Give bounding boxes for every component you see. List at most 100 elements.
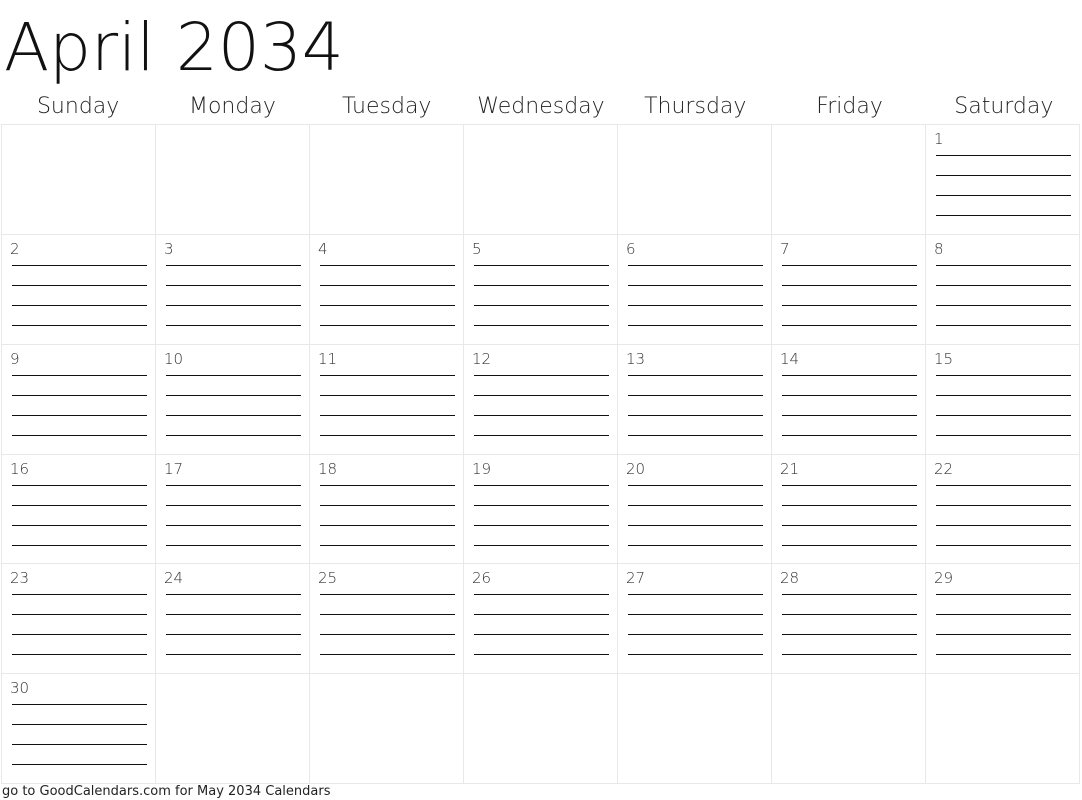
writing-line [936, 614, 1071, 616]
empty-cell [156, 125, 310, 235]
day-number: 29 [934, 569, 954, 588]
writing-line [474, 394, 609, 396]
writing-line [320, 614, 455, 616]
day-cell: 30 [2, 674, 156, 784]
empty-cell [772, 125, 926, 235]
writing-line [474, 304, 609, 306]
writing-line [474, 484, 609, 486]
writing-line [782, 654, 917, 656]
writing-line [474, 504, 609, 506]
day-cell: 6 [618, 234, 772, 345]
day-number: 9 [10, 349, 20, 368]
day-number: 26 [472, 569, 492, 588]
writing-line [628, 284, 763, 286]
day-number: 3 [164, 239, 174, 258]
writing-line [320, 324, 455, 326]
writing-line [474, 414, 609, 416]
writing-line [936, 394, 1071, 396]
writing-line [474, 544, 609, 546]
day-number: 23 [10, 569, 30, 588]
day-cell: 22 [926, 454, 1080, 565]
day-number: 20 [626, 459, 646, 478]
writing-line [628, 324, 763, 326]
empty-cell [464, 674, 618, 784]
writing-line [782, 434, 917, 436]
day-cell: 21 [772, 454, 926, 565]
writing-line [936, 504, 1071, 506]
day-number: 28 [780, 569, 800, 588]
writing-line [320, 264, 455, 266]
writing-line [782, 544, 917, 546]
weekday-thursday: Thursday [644, 94, 747, 119]
writing-line [320, 374, 455, 376]
writing-line [166, 304, 301, 306]
writing-line [782, 284, 917, 286]
empty-cell [618, 674, 772, 784]
writing-line [474, 434, 609, 436]
writing-line [12, 374, 147, 376]
writing-line [12, 264, 147, 266]
writing-line [12, 594, 147, 596]
day-number: 19 [472, 459, 492, 478]
empty-cell [2, 125, 156, 235]
day-number: 7 [780, 239, 790, 258]
writing-line [166, 434, 301, 436]
day-number: 1 [934, 130, 944, 148]
writing-line [936, 175, 1071, 176]
day-number: 14 [780, 349, 800, 368]
writing-line [936, 324, 1071, 326]
writing-line [936, 414, 1071, 416]
writing-line [166, 504, 301, 506]
writing-line [166, 594, 301, 596]
writing-line [628, 654, 763, 656]
day-number: 2 [10, 239, 20, 258]
footer-link[interactable]: go to GoodCalendars.com for May 2034 Cal… [2, 784, 330, 799]
writing-line [628, 544, 763, 546]
writing-line [628, 374, 763, 376]
writing-line [936, 634, 1071, 636]
writing-line [628, 434, 763, 436]
empty-cell [310, 125, 464, 235]
writing-line [12, 614, 147, 616]
day-cell: 28 [772, 564, 926, 675]
writing-line [782, 324, 917, 326]
writing-line [320, 284, 455, 286]
writing-line [320, 434, 455, 436]
writing-line [166, 614, 301, 616]
day-cell: 26 [464, 564, 618, 675]
writing-line [320, 304, 455, 306]
writing-line [782, 614, 917, 616]
day-cell: 20 [618, 454, 772, 565]
writing-line [320, 394, 455, 396]
writing-line [320, 654, 455, 656]
writing-line [628, 524, 763, 526]
writing-line [12, 484, 147, 486]
empty-cell [926, 674, 1080, 784]
writing-line [474, 634, 609, 636]
day-cell: 7 [772, 234, 926, 345]
day-number: 24 [164, 569, 184, 588]
writing-line [628, 484, 763, 486]
day-number: 17 [164, 459, 184, 478]
writing-line [628, 614, 763, 616]
weekday-monday: Monday [188, 94, 276, 119]
day-cell: 10 [156, 344, 310, 455]
calendar-title: April 2034 [4, 9, 344, 86]
writing-line [628, 264, 763, 266]
writing-line [12, 414, 147, 416]
day-cell: 4 [310, 234, 464, 345]
writing-line [474, 264, 609, 266]
day-cell: 19 [464, 454, 618, 565]
empty-cell [618, 125, 772, 235]
day-cell: 9 [2, 344, 156, 455]
writing-line [320, 414, 455, 416]
writing-line [936, 155, 1071, 156]
writing-line [936, 374, 1071, 376]
day-number: 8 [934, 239, 944, 258]
writing-line [782, 484, 917, 486]
writing-line [320, 524, 455, 526]
writing-line [12, 504, 147, 506]
day-cell: 13 [618, 344, 772, 455]
writing-line [12, 284, 147, 286]
day-number: 6 [626, 239, 636, 258]
